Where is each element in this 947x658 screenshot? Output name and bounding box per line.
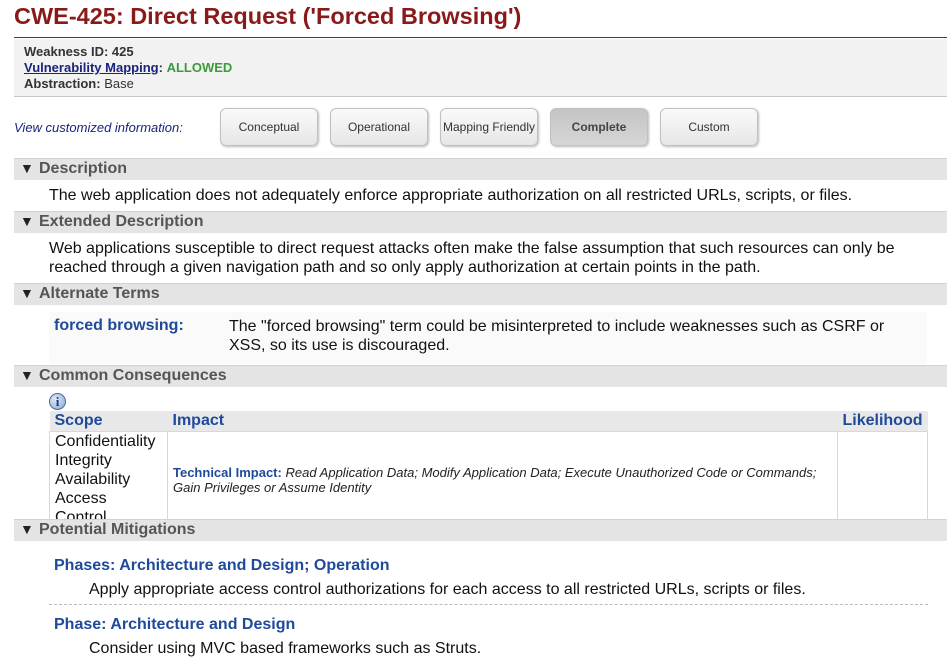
- alternate-term: forced browsing:: [54, 317, 184, 334]
- view-mapping-friendly-button[interactable]: Mapping Friendly: [440, 108, 538, 146]
- table-header-row: Scope Impact Likelihood: [49, 411, 928, 432]
- mitigation-text: Apply appropriate access control authori…: [89, 581, 806, 598]
- collapse-triangle-icon[interactable]: ▼: [20, 367, 34, 383]
- section-title: Alternate Terms: [39, 285, 160, 302]
- weakness-info-box: Weakness ID: 425 Vulnerability Mapping: …: [14, 39, 947, 97]
- abstraction-value: Base: [104, 76, 134, 91]
- column-header-likelihood: Likelihood: [837, 411, 928, 432]
- abstraction-label: Abstraction:: [24, 76, 101, 91]
- collapse-triangle-icon[interactable]: ▼: [20, 213, 34, 229]
- weakness-id-label: Weakness ID:: [24, 44, 109, 59]
- section-header-extended-description[interactable]: ▼ Extended Description: [14, 211, 947, 233]
- scope-cell: Confidentiality Integrity Availability A…: [49, 431, 168, 528]
- description-text: The web application does not adequately …: [49, 187, 853, 204]
- view-operational-button[interactable]: Operational: [330, 108, 428, 146]
- mitigation-phase: Phases: Architecture and Design; Operati…: [54, 557, 390, 574]
- mitigation-phase: Phase: Architecture and Design: [54, 616, 296, 633]
- weakness-id-value: 425: [111, 44, 134, 59]
- mitigation-divider: [49, 604, 928, 605]
- mitigation-text: Consider using MVC based frameworks such…: [89, 640, 482, 657]
- section-title: Common Consequences: [39, 367, 227, 384]
- section-header-common-consequences[interactable]: ▼ Common Consequences: [14, 365, 947, 387]
- column-header-scope: Scope: [49, 411, 168, 432]
- collapse-triangle-icon[interactable]: ▼: [20, 285, 34, 301]
- alternate-term-description: The "forced browsing" term could be misi…: [229, 318, 885, 354]
- likelihood-cell: [837, 431, 928, 528]
- section-title: Potential Mitigations: [39, 521, 196, 538]
- view-custom-button[interactable]: Custom: [660, 108, 758, 146]
- table-row: Confidentiality Integrity Availability A…: [49, 431, 928, 528]
- extended-description-text: Web applications susceptible to direct r…: [49, 240, 895, 276]
- title-divider: [14, 37, 947, 38]
- impact-cell: Technical Impact: Read Application Data;…: [167, 431, 838, 528]
- collapse-triangle-icon[interactable]: ▼: [20, 521, 34, 537]
- scope-item: Availability: [55, 471, 131, 488]
- view-complete-button[interactable]: Complete: [550, 108, 648, 146]
- section-title: Description: [39, 160, 128, 177]
- section-header-potential-mitigations[interactable]: ▼ Potential Mitigations: [14, 519, 947, 541]
- view-conceptual-button[interactable]: Conceptual: [220, 108, 318, 146]
- scope-item: Integrity: [55, 452, 112, 469]
- view-customize-label: View customized information:: [14, 120, 183, 135]
- section-header-description[interactable]: ▼ Description: [14, 158, 947, 180]
- consequences-table: Scope Impact Likelihood Confidentiality …: [49, 411, 928, 528]
- section-title: Extended Description: [39, 213, 204, 230]
- collapse-triangle-icon[interactable]: ▼: [20, 160, 34, 176]
- mapping-status: ALLOWED: [166, 60, 233, 75]
- section-header-alternate-terms[interactable]: ▼ Alternate Terms: [14, 283, 947, 305]
- abstraction-line: Abstraction: Base: [24, 76, 134, 91]
- technical-impact-label: Technical Impact:: [173, 464, 282, 480]
- vulnerability-mapping-link[interactable]: Vulnerability Mapping: [24, 60, 159, 75]
- info-icon[interactable]: i: [49, 393, 66, 410]
- column-header-impact: Impact: [167, 411, 838, 432]
- scope-item: Confidentiality: [55, 433, 156, 450]
- vulnerability-mapping-line: Vulnerability Mapping: ALLOWED: [24, 60, 233, 75]
- weakness-id-line: Weakness ID: 425: [24, 44, 134, 59]
- page-title: CWE-425: Direct Request ('Forced Browsin…: [14, 3, 522, 29]
